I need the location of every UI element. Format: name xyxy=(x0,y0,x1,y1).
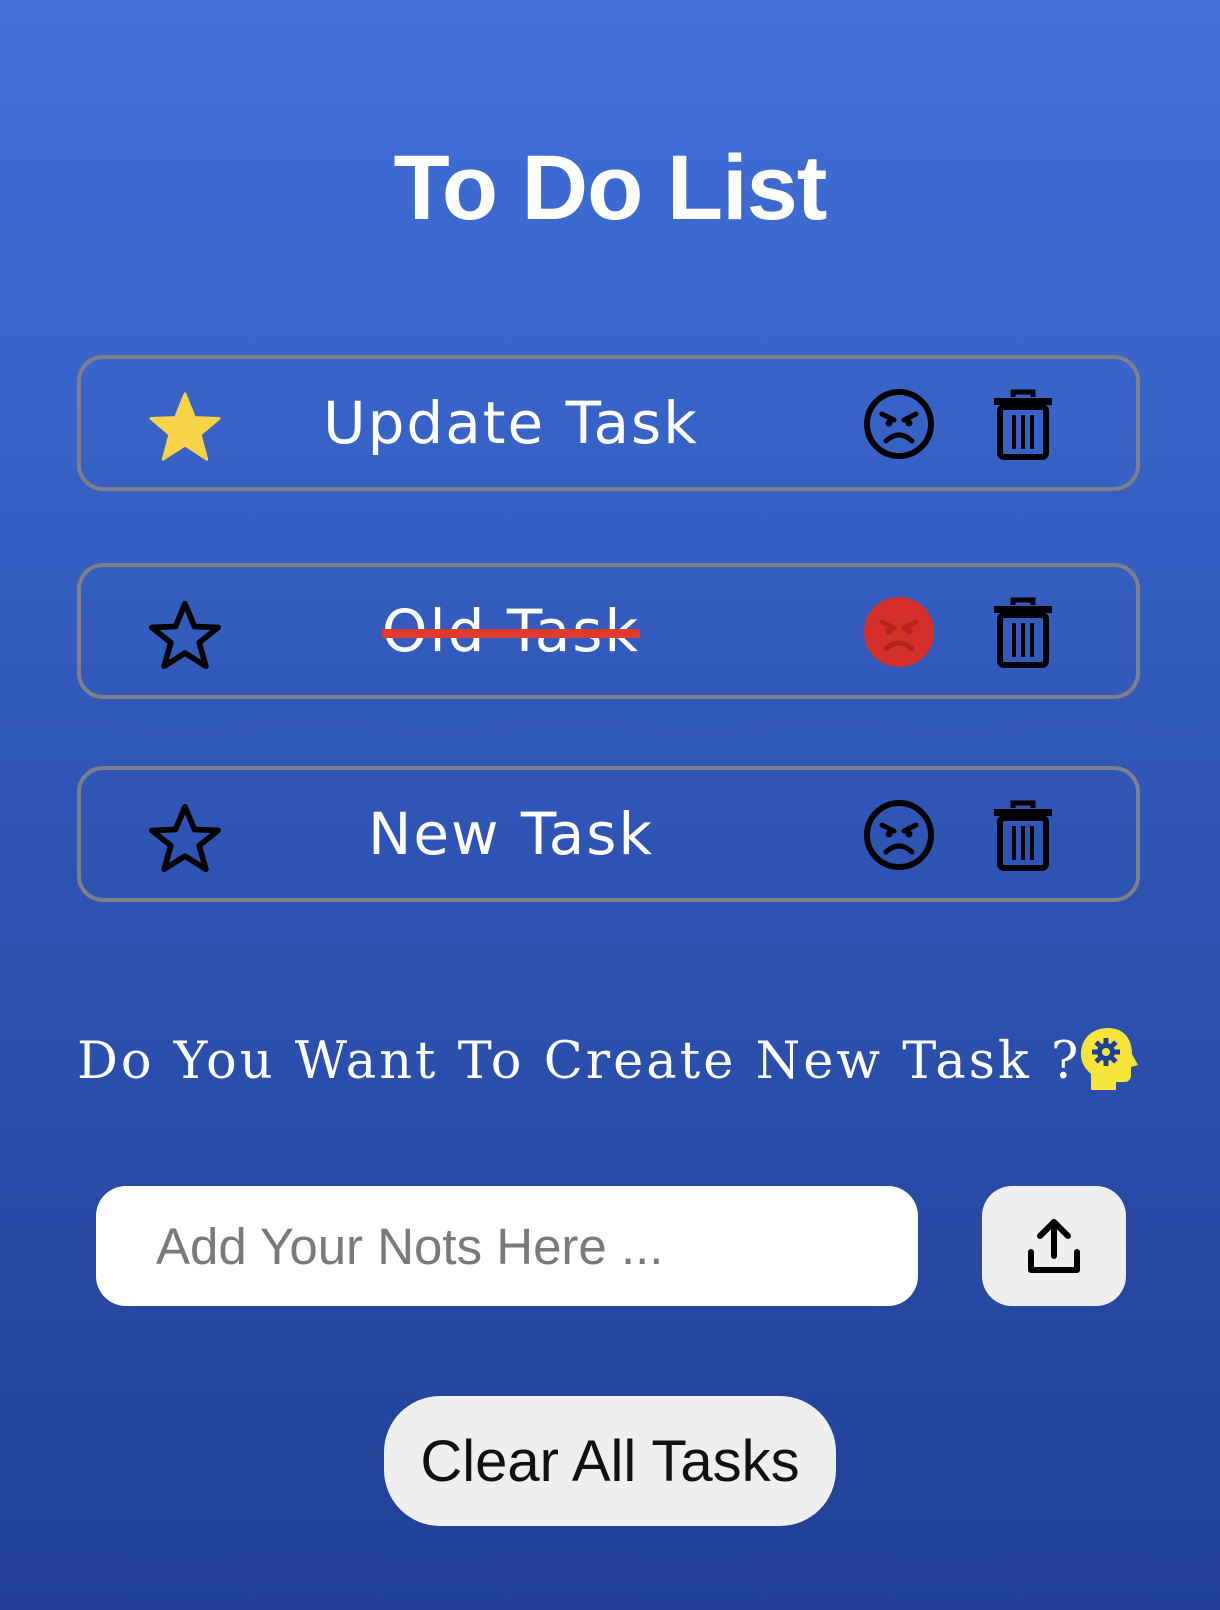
create-task-prompt: Do You Want To Create New Task ? xyxy=(77,1032,1082,1091)
star-icon[interactable] xyxy=(145,802,225,874)
star-icon[interactable] xyxy=(145,391,225,463)
task-item: Old Task xyxy=(77,563,1140,699)
task-item: Update Task xyxy=(77,355,1140,491)
task-notes-input[interactable] xyxy=(96,1186,918,1306)
trash-icon[interactable] xyxy=(991,597,1055,669)
trash-icon[interactable] xyxy=(991,800,1055,872)
star-icon[interactable] xyxy=(145,599,225,671)
task-label-text: Old Task xyxy=(381,567,641,695)
task-label[interactable]: Old Task xyxy=(271,567,751,695)
page-title: To Do List xyxy=(393,137,828,239)
trash-icon[interactable] xyxy=(991,389,1055,461)
head-gear-icon xyxy=(1078,1026,1142,1092)
angry-face-icon[interactable] xyxy=(862,387,936,461)
task-label[interactable]: Update Task xyxy=(271,359,751,487)
add-task-button[interactable] xyxy=(982,1186,1126,1306)
task-item: New Task xyxy=(77,766,1140,902)
task-label[interactable]: New Task xyxy=(271,770,751,898)
upload-icon xyxy=(1028,1219,1080,1273)
angry-face-icon[interactable] xyxy=(862,798,936,872)
angry-face-icon[interactable] xyxy=(862,595,936,669)
clear-all-tasks-button[interactable]: Clear All Tasks xyxy=(384,1396,836,1526)
